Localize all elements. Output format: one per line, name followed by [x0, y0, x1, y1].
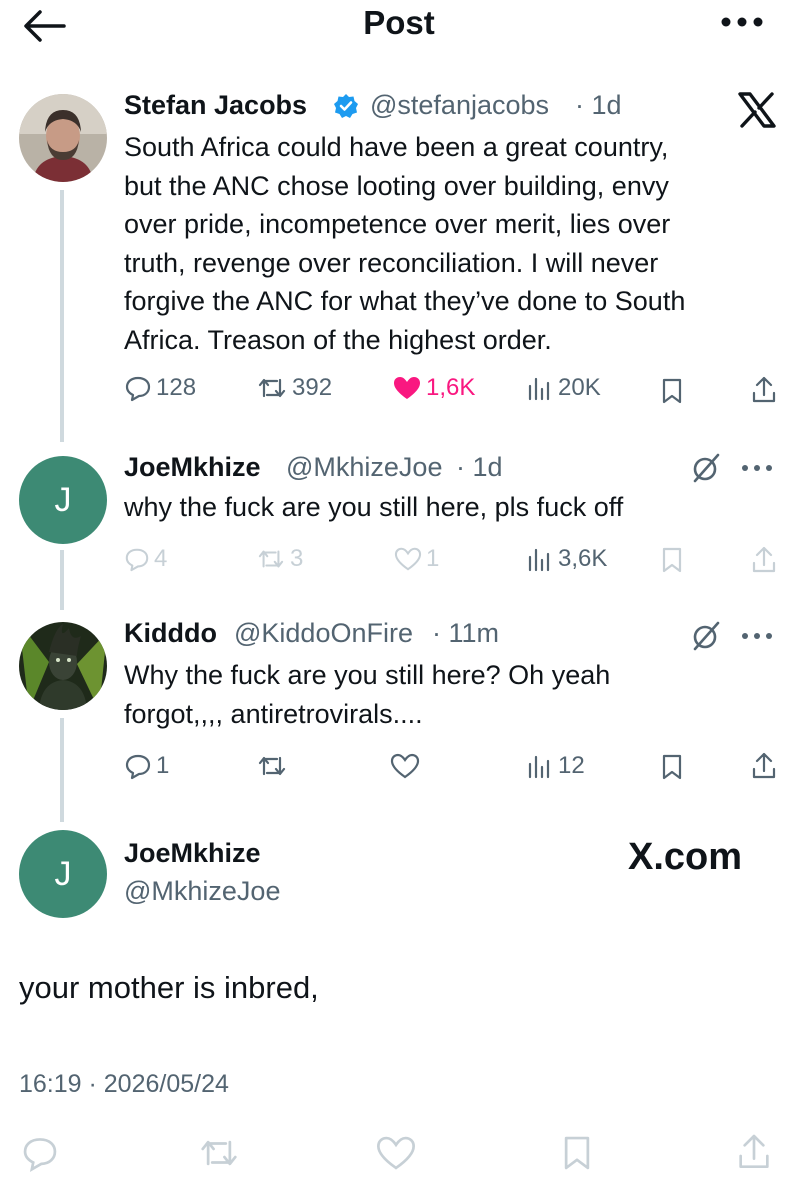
repost-icon	[196, 1134, 242, 1172]
handle[interactable]: @stefanjacobs	[370, 90, 549, 121]
views-button[interactable]: 12	[526, 752, 585, 780]
tweet-text-line: Why the fuck are you still here? Oh yeah	[124, 660, 611, 690]
reply-button[interactable]: 4	[124, 545, 167, 573]
view-count: 12	[558, 752, 585, 779]
tweet-text: South Africa could have been a great cou…	[124, 128, 784, 359]
reply-icon	[20, 1134, 60, 1172]
tweet-text-line: but the ANC chose looting over building,…	[124, 170, 669, 201]
views-chart-icon	[526, 752, 554, 780]
reply-icon	[124, 546, 150, 572]
timestamp: · 1d	[575, 90, 622, 120]
bookmark-icon	[660, 377, 684, 405]
like-button[interactable]: 1	[394, 545, 439, 573]
bookmark-button[interactable]	[560, 1134, 594, 1172]
share-icon	[750, 751, 778, 781]
tweet-text: why the fuck are you still here, pls fuc…	[124, 492, 624, 522]
main-timestamp: 16:19 · 2026/05/24	[19, 1070, 229, 1098]
avatar-character-icon	[19, 622, 107, 710]
display-name[interactable]: JoeMkhize	[124, 838, 261, 869]
xcom-watermark: X.com	[628, 836, 743, 878]
view-count: 20K	[558, 374, 601, 401]
verified-badge-icon	[333, 93, 359, 119]
share-icon	[750, 545, 778, 575]
reply-icon	[124, 374, 152, 402]
more-dots-icon[interactable]	[740, 462, 774, 474]
share-icon	[734, 1132, 774, 1172]
tweet-text-line: Africa. Treason of the highest order.	[124, 324, 552, 355]
reply-count: 1	[156, 752, 170, 779]
tweet-text-line: over pride, incompetence over merit, lie…	[124, 209, 671, 239]
avatar[interactable]: J	[19, 456, 107, 544]
like-button[interactable]: 1,6K	[392, 374, 475, 402]
thread-line	[60, 190, 64, 442]
display-name[interactable]: Kidddo	[124, 618, 217, 649]
thread-line	[60, 550, 64, 610]
repost-button[interactable]	[196, 1134, 242, 1172]
grok-icon[interactable]	[690, 452, 722, 484]
bookmark-icon	[660, 753, 684, 781]
avatar[interactable]	[19, 94, 107, 182]
heart-icon	[374, 1134, 418, 1172]
repost-icon	[256, 546, 286, 572]
share-button[interactable]	[734, 1132, 774, 1172]
share-button[interactable]	[750, 751, 778, 781]
tweet-text: Why the fuck are you still here? Oh yeah…	[124, 656, 784, 733]
bookmark-button[interactable]	[660, 377, 684, 405]
main-tweet-text: your mother is inbred,	[19, 970, 319, 1005]
like-button[interactable]	[374, 1134, 418, 1172]
tweet-text-line: South Africa could have been a great cou…	[124, 132, 669, 162]
handle[interactable]: @KiddoOnFire	[234, 618, 413, 649]
like-count: 1	[426, 545, 440, 572]
timestamp: · 1d	[456, 452, 503, 482]
repost-count: 3	[290, 545, 304, 572]
x-logo-icon	[738, 92, 776, 128]
heart-icon	[394, 546, 422, 572]
views-chart-icon	[526, 374, 554, 402]
display-name[interactable]: Stefan Jacobs	[124, 90, 307, 121]
avatar[interactable]	[19, 622, 107, 710]
like-button[interactable]	[390, 752, 420, 780]
bookmark-button[interactable]	[660, 753, 684, 781]
page-title: Post	[363, 4, 435, 41]
views-chart-icon	[526, 545, 554, 573]
repost-icon	[256, 374, 288, 402]
bookmark-icon	[560, 1134, 594, 1172]
reply-button[interactable]: 1	[124, 752, 169, 780]
display-name[interactable]: JoeMkhize	[124, 452, 261, 483]
more-options-button[interactable]	[720, 14, 764, 30]
repost-count: 392	[292, 374, 333, 401]
grok-icon[interactable]	[690, 620, 722, 652]
repost-button[interactable]: 392	[256, 374, 332, 402]
repost-button[interactable]	[256, 752, 288, 780]
share-button[interactable]	[750, 375, 778, 405]
tweet-text-line: forgive the ANC for what they’ve done to…	[124, 286, 686, 316]
share-button[interactable]	[750, 545, 778, 575]
share-icon	[750, 375, 778, 405]
more-dots-icon	[720, 14, 764, 30]
tweet-text-line: forgot,,,, antiretrovirals....	[124, 698, 423, 729]
bookmark-icon	[660, 546, 684, 574]
reply-icon	[124, 752, 152, 780]
repost-icon	[256, 752, 288, 780]
repost-button[interactable]: 3	[256, 545, 303, 573]
reply-count: 128	[156, 374, 197, 401]
avatar[interactable]: J	[19, 830, 107, 918]
views-button[interactable]: 3,6K	[526, 545, 607, 573]
handle[interactable]: @MkhizeJoe	[286, 452, 442, 483]
reply-button[interactable]	[20, 1134, 60, 1172]
view-count: 3,6K	[558, 545, 608, 572]
heart-filled-icon	[392, 374, 422, 402]
heart-icon	[390, 752, 420, 780]
tweet-text-line: truth, revenge over reconciliation. I wi…	[124, 247, 659, 278]
bookmark-button[interactable]	[660, 546, 684, 574]
views-button[interactable]: 20K	[526, 374, 601, 402]
avatar-photo-icon	[19, 94, 107, 182]
reply-button[interactable]: 128	[124, 374, 196, 402]
handle[interactable]: @MkhizeJoe	[124, 876, 280, 907]
reply-count: 4	[154, 545, 168, 572]
timestamp: · 11m	[432, 618, 500, 648]
thread-line	[60, 718, 64, 822]
more-dots-icon[interactable]	[740, 630, 774, 642]
like-count: 1,6K	[426, 374, 476, 401]
